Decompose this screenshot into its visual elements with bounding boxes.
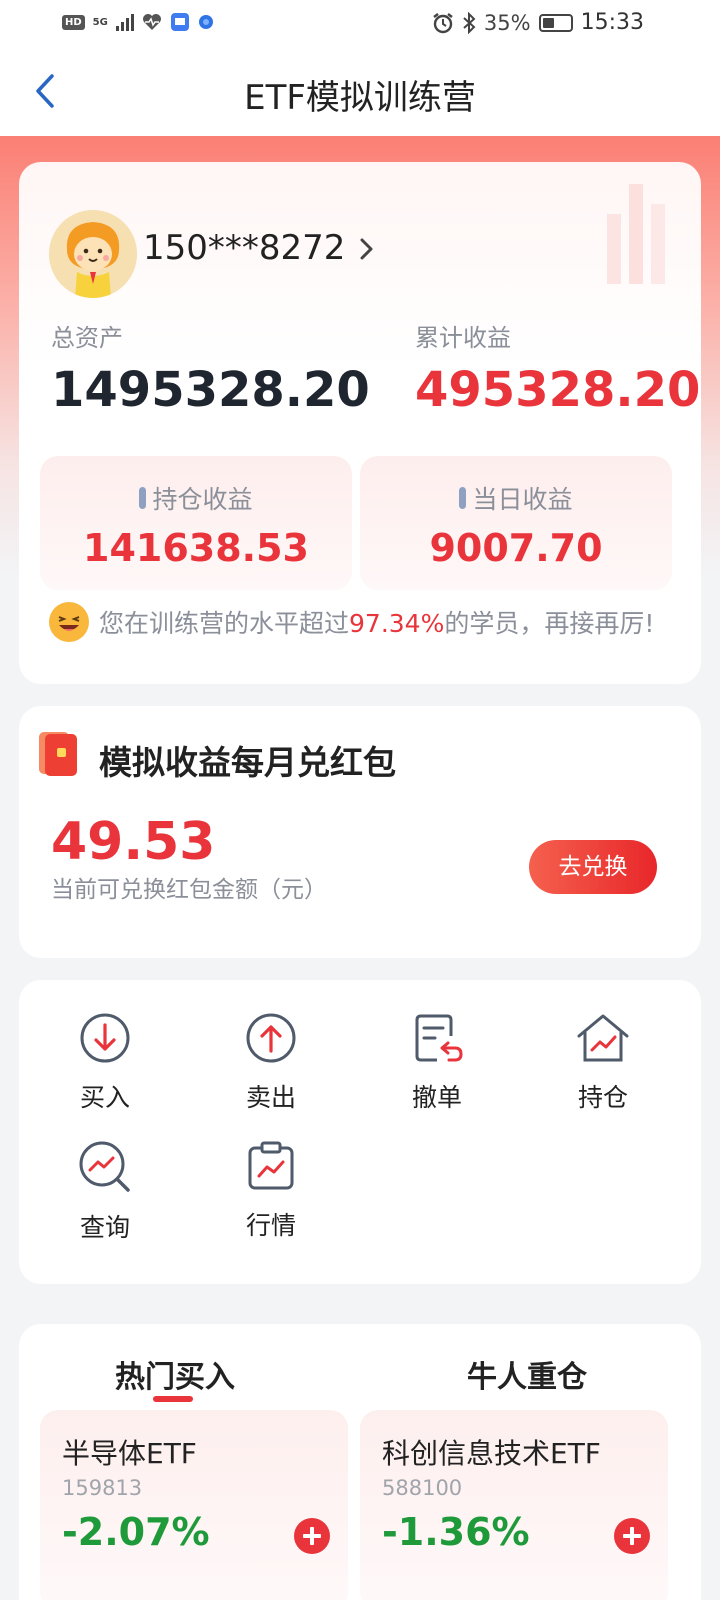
etf-name: 半导体ETF <box>62 1437 197 1470</box>
red-packet-title: 模拟收益每月兑红包 <box>99 743 396 782</box>
market-label: 行情 <box>245 1211 296 1240</box>
query-label: 查询 <box>79 1213 130 1242</box>
etf-code: 588100 <box>382 1476 463 1500</box>
battery-percent: 35% <box>483 10 531 35</box>
cancel-order-icon <box>415 1014 463 1062</box>
lion-avatar-icon <box>49 210 137 298</box>
total-assets-value: 1495328.20 <box>51 362 370 418</box>
position-return-value: 141638.53 <box>83 526 309 570</box>
etf-code: 159813 <box>62 1476 143 1500</box>
etf-card[interactable]: 科创信息技术ETF 588100 -1.36% <box>360 1410 668 1600</box>
red-packet-card: 模拟收益每月兑红包 49.53 当前可兑换红包金额（元） 去兑换 <box>19 706 701 958</box>
battery-icon <box>538 13 573 32</box>
clock: 15:33 <box>580 10 644 35</box>
market-icon <box>248 1141 294 1190</box>
cancel-order-button[interactable]: 撤单 <box>367 1012 507 1114</box>
etf-name: 科创信息技术ETF <box>382 1437 601 1470</box>
tab-hot-buy[interactable]: 热门买入 <box>115 1352 235 1396</box>
sell-button[interactable]: 卖出 <box>201 1012 341 1114</box>
etf-change: -2.07% <box>62 1510 210 1554</box>
holdings-label: 持仓 <box>577 1083 628 1112</box>
buy-button[interactable]: 买入 <box>35 1012 175 1114</box>
hd-badge: HD <box>62 14 85 30</box>
exchange-button[interactable]: 去兑换 <box>529 840 657 894</box>
function-grid-card: 买入 卖出 撤单 持仓 查询 行情 <box>19 980 701 1284</box>
position-return-label-row: 持仓收益 <box>40 480 352 516</box>
hot-etf-card: 热门买入 牛人重仓 半导体ETF 159813 -2.07% 科创信息技术ETF… <box>19 1324 701 1600</box>
label-marker-icon <box>139 487 147 509</box>
level-prefix: 您在训练营的水平超过 <box>99 609 350 638</box>
sell-label: 卖出 <box>245 1083 296 1112</box>
alarm-icon <box>433 12 453 33</box>
daily-return-box: 当日收益 9007.70 <box>360 456 672 590</box>
signal-icon <box>115 13 134 31</box>
add-icon[interactable] <box>614 1518 650 1554</box>
sell-icon <box>246 1013 296 1063</box>
red-packet-desc: 当前可兑换红包金额（元） <box>51 877 327 903</box>
red-packet-icon <box>39 732 77 776</box>
page-title: ETF模拟训练营 <box>244 78 476 118</box>
heart-monitor-icon <box>142 14 161 30</box>
cancel-order-label: 撤单 <box>411 1083 462 1112</box>
cumulative-return-value: 495328.20 <box>415 362 701 418</box>
grinning-emoji-icon <box>49 602 89 642</box>
username[interactable]: 150***8272 <box>143 228 345 268</box>
market-button[interactable]: 行情 <box>201 1140 341 1242</box>
nav-header: ETF模拟训练营 <box>0 48 720 136</box>
etf-card[interactable]: 半导体ETF 159813 -2.07% <box>40 1410 348 1600</box>
status-bar: HD 5G 35% 15:33 <box>0 0 720 48</box>
add-icon[interactable] <box>294 1518 330 1554</box>
status-right: 35% 15:33 <box>432 10 644 35</box>
avatar[interactable] <box>49 210 137 298</box>
app-notification-icon <box>170 13 189 31</box>
holdings-icon <box>577 1014 629 1062</box>
etf-change: -1.36% <box>382 1510 530 1554</box>
status-left: HD 5G <box>62 12 214 32</box>
decorative-bars-icon <box>607 184 665 284</box>
tab-top-holdings[interactable]: 牛人重仓 <box>467 1352 587 1396</box>
label-marker-icon <box>459 487 467 509</box>
total-assets-label: 总资产 <box>51 324 123 352</box>
browser-notification-icon <box>198 15 213 29</box>
level-percent: 97.34% <box>349 609 445 638</box>
red-packet-amount: 49.53 <box>51 812 216 872</box>
level-suffix: 的学员，再接再厉! <box>444 609 655 638</box>
level-message: 您在训练营的水平超过97.34%的学员，再接再厉! <box>49 602 654 642</box>
daily-return-label-row: 当日收益 <box>360 480 672 516</box>
daily-return-label: 当日收益 <box>472 485 573 514</box>
query-icon <box>79 1141 130 1192</box>
position-return-label: 持仓收益 <box>152 485 253 514</box>
chevron-right-icon[interactable] <box>357 234 377 264</box>
query-button[interactable]: 查询 <box>35 1140 175 1244</box>
position-return-box: 持仓收益 141638.53 <box>40 456 352 590</box>
cumulative-return-label: 累计收益 <box>415 324 511 352</box>
level-text: 您在训练营的水平超过97.34%的学员，再接再厉! <box>99 604 654 640</box>
network-label: 5G <box>92 16 108 28</box>
holdings-button[interactable]: 持仓 <box>533 1012 673 1114</box>
buy-icon <box>80 1013 130 1063</box>
daily-return-value: 9007.70 <box>429 526 603 570</box>
active-tab-indicator <box>153 1396 193 1402</box>
buy-label: 买入 <box>79 1083 130 1112</box>
bluetooth-icon <box>463 11 476 34</box>
account-summary-card: 150***8272 总资产 1495328.20 累计收益 495328.20… <box>19 162 701 684</box>
